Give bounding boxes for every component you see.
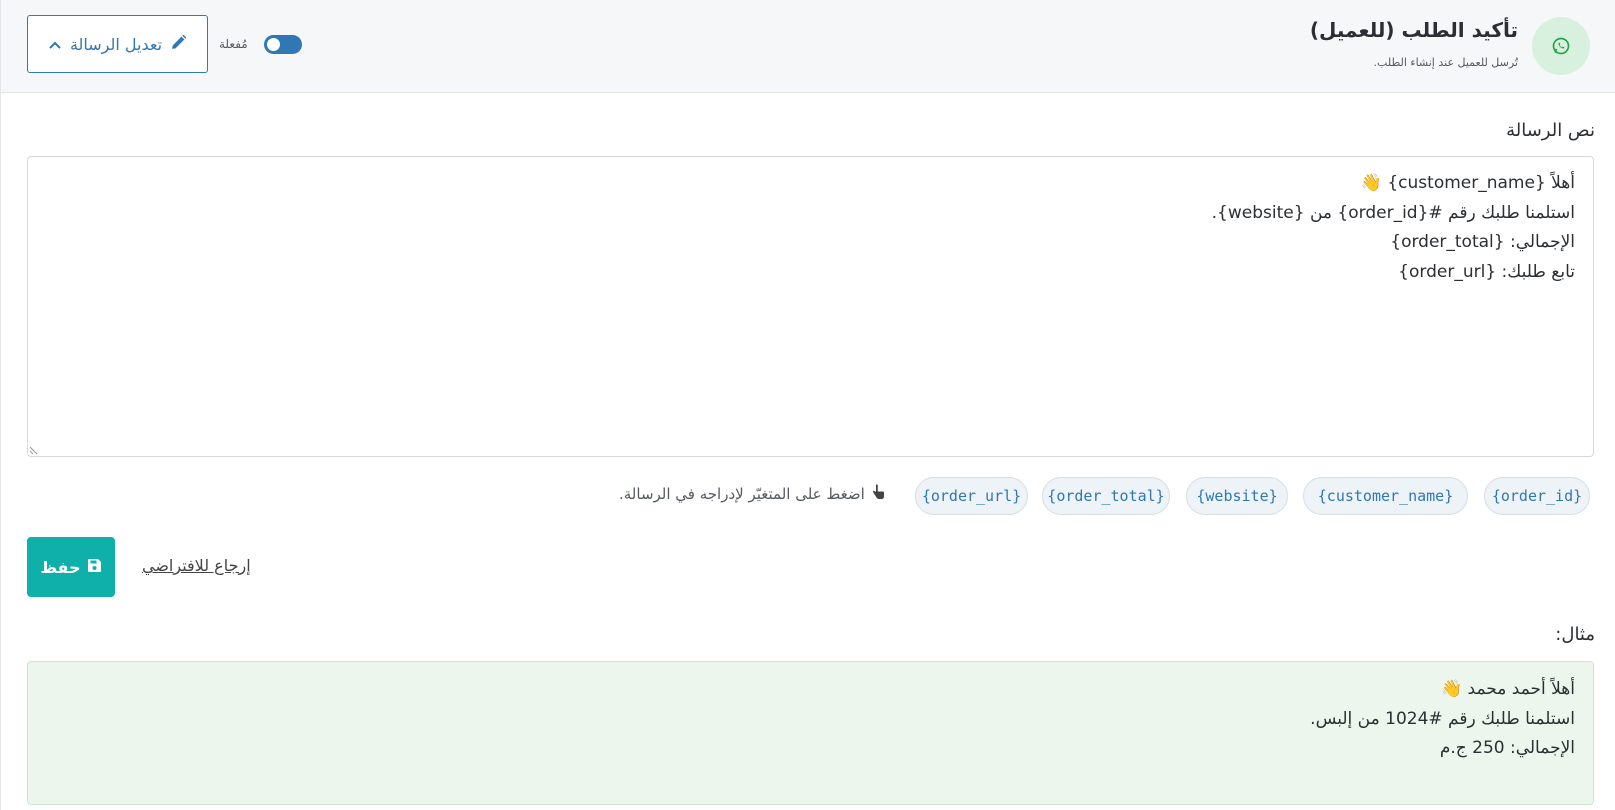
chevron-up-icon — [48, 35, 62, 54]
example-preview: أهلاً أحمد محمد 👋 استلمنا طلبك رقم #1024… — [27, 661, 1594, 805]
toggle-knob — [267, 38, 280, 51]
floppy-disk-icon — [87, 558, 102, 577]
edit-message-label: تعديل الرسالة — [69, 34, 163, 54]
variable-chip-customer-name[interactable]: {customer_name} — [1303, 477, 1468, 515]
variables-hint: اضغط على المتغيّر لإدراجه في الرسالة. — [619, 484, 885, 504]
save-button[interactable]: حفظ — [27, 537, 115, 597]
variable-chip-order-total[interactable]: {order_total} — [1042, 477, 1170, 515]
edit-message-button[interactable]: تعديل الرسالة — [27, 15, 208, 73]
variable-chip-order-url[interactable]: {order_url} — [915, 477, 1028, 515]
variable-chip-order-id[interactable]: {order_id} — [1484, 477, 1590, 515]
notification-card: تأكيد الطلب (للعميل) تُرسل للعميل عند إن… — [0, 0, 1615, 810]
resize-handle-icon[interactable] — [29, 446, 38, 455]
example-label: مثال: — [1555, 624, 1595, 645]
card-header: تأكيد الطلب (للعميل) تُرسل للعميل عند إن… — [1, 0, 1615, 93]
pencil-icon — [170, 34, 187, 55]
message-textarea[interactable]: أهلاً {customer_name} 👋 استلمنا طلبك رقم… — [27, 156, 1594, 457]
page-title: تأكيد الطلب (للعميل) — [1309, 18, 1518, 42]
page-subtitle: تُرسل للعميل عند إنشاء الطلب. — [1373, 56, 1518, 69]
reset-default-link[interactable]: إرجاع للافتراضي — [142, 556, 251, 575]
toggle-status-label: مُفعلة — [219, 37, 248, 51]
variable-chip-website[interactable]: {website} — [1186, 477, 1288, 515]
save-label: حفظ — [40, 557, 81, 577]
enabled-toggle[interactable] — [264, 35, 302, 54]
pointer-hand-icon — [871, 484, 885, 504]
message-label: نص الرسالة — [1506, 120, 1595, 141]
whatsapp-icon — [1532, 17, 1590, 75]
variables-hint-text: اضغط على المتغيّر لإدراجه في الرسالة. — [619, 485, 865, 503]
